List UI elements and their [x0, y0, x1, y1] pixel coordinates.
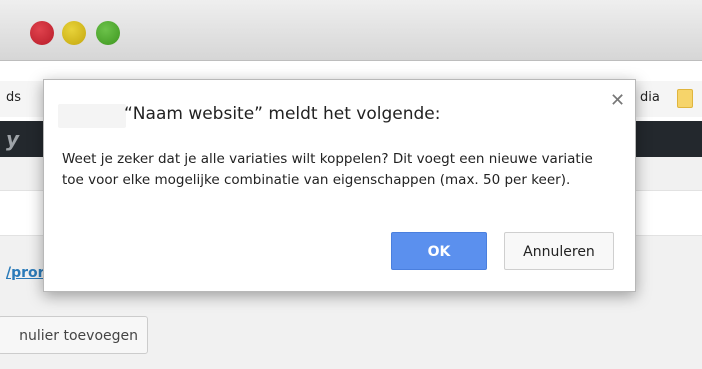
minimize-window-button[interactable]	[62, 21, 86, 45]
admin-logo-icon[interactable]: y	[6, 127, 19, 151]
cancel-button[interactable]: Annuleren	[504, 232, 614, 270]
alert-dialog: “Naam website” meldt het volgende: ✕ Wee…	[43, 79, 636, 292]
page-link[interactable]: /pror	[6, 265, 45, 281]
close-icon[interactable]: ✕	[610, 90, 625, 111]
close-window-button[interactable]	[30, 21, 54, 45]
bookmark-item-right[interactable]: dia	[640, 90, 660, 105]
add-button[interactable]: nulier toevoegen	[0, 316, 148, 354]
dialog-message: Weet je zeker dat je alle variaties wilt…	[62, 151, 593, 188]
zoom-window-button[interactable]	[96, 21, 120, 45]
ok-button[interactable]: OK	[391, 232, 487, 270]
blurred-origin-block	[58, 104, 126, 128]
bookmark-folder-icon[interactable]	[677, 89, 693, 108]
dialog-title: “Naam website” meldt het volgende:	[124, 104, 441, 124]
browser-titlebar	[0, 0, 702, 61]
bookmark-item-left[interactable]: ds	[6, 90, 21, 105]
